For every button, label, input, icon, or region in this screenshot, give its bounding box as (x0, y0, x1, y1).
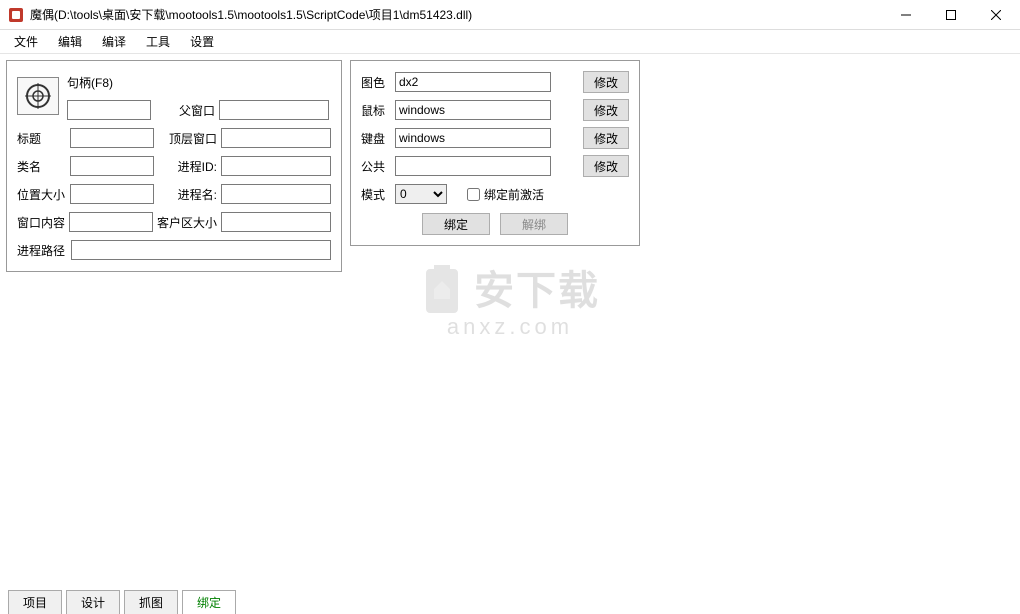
handle-label: 句柄(F8) (67, 74, 113, 91)
tab-bind[interactable]: 绑定 (182, 590, 236, 614)
binding-panel: 图色 修改 鼠标 修改 键盘 修改 公共 修改 模式 0 绑定前激活 (350, 60, 640, 246)
color-input[interactable] (395, 72, 551, 92)
process-path-label: 进程路径 (17, 242, 71, 259)
process-name-label: 进程名: (158, 186, 217, 203)
pid-label: 进程ID: (158, 158, 217, 175)
minimize-button[interactable] (883, 0, 928, 29)
position-input[interactable] (70, 184, 154, 204)
class-input[interactable] (70, 156, 154, 176)
tabbar: 项目 设计 抓图 绑定 (0, 589, 1020, 613)
public-input[interactable] (395, 156, 551, 176)
window-controls (883, 0, 1018, 29)
menu-tools[interactable]: 工具 (136, 31, 180, 52)
public-modify-button[interactable]: 修改 (583, 155, 629, 177)
unbind-button[interactable]: 解绑 (500, 213, 568, 235)
activate-label: 绑定前激活 (484, 186, 544, 203)
mouse-label: 鼠标 (361, 102, 391, 119)
tab-capture[interactable]: 抓图 (124, 590, 178, 614)
process-name-input[interactable] (221, 184, 331, 204)
position-label: 位置大小 (17, 186, 70, 203)
titlebar: 魔偶(D:\tools\桌面\安下载\mootools1.5\mootools1… (0, 0, 1020, 30)
keyboard-modify-button[interactable]: 修改 (583, 127, 629, 149)
menu-compile[interactable]: 编译 (92, 31, 136, 52)
content-area: 句柄(F8) 父窗口 标题 顶层窗口 类名 进程ID: 位置大小 进程名: (0, 54, 1020, 278)
window-picker-icon[interactable] (17, 77, 59, 115)
mode-select[interactable]: 0 (395, 184, 447, 204)
activate-checkbox-wrap[interactable]: 绑定前激活 (467, 186, 544, 203)
window-title: 魔偶(D:\tools\桌面\安下载\mootools1.5\mootools1… (30, 6, 883, 23)
top-window-label: 顶层窗口 (158, 130, 217, 147)
title-input[interactable] (70, 128, 154, 148)
title-label: 标题 (17, 130, 70, 147)
client-size-label: 客户区大小 (157, 214, 217, 231)
keyboard-input[interactable] (395, 128, 551, 148)
keyboard-label: 键盘 (361, 130, 391, 147)
activate-checkbox[interactable] (467, 188, 480, 201)
menu-file[interactable]: 文件 (4, 31, 48, 52)
top-window-input[interactable] (221, 128, 331, 148)
handle-input[interactable] (67, 100, 151, 120)
watermark-sub: anxz.com (420, 314, 600, 340)
window-content-label: 窗口内容 (17, 214, 69, 231)
color-modify-button[interactable]: 修改 (583, 71, 629, 93)
parent-window-input[interactable] (219, 100, 329, 120)
menubar: 文件 编辑 编译 工具 设置 (0, 30, 1020, 54)
app-icon (8, 7, 24, 23)
window-content-input[interactable] (69, 212, 153, 232)
tab-design[interactable]: 设计 (66, 590, 120, 614)
close-button[interactable] (973, 0, 1018, 29)
mouse-modify-button[interactable]: 修改 (583, 99, 629, 121)
tab-project[interactable]: 项目 (8, 590, 62, 614)
bind-button[interactable]: 绑定 (422, 213, 490, 235)
menu-edit[interactable]: 编辑 (48, 31, 92, 52)
pid-input[interactable] (221, 156, 331, 176)
process-path-input[interactable] (71, 240, 331, 260)
window-info-panel: 句柄(F8) 父窗口 标题 顶层窗口 类名 进程ID: 位置大小 进程名: (6, 60, 342, 272)
menu-settings[interactable]: 设置 (180, 31, 224, 52)
client-size-input[interactable] (221, 212, 331, 232)
mode-label: 模式 (361, 186, 391, 203)
color-label: 图色 (361, 74, 391, 91)
mouse-input[interactable] (395, 100, 551, 120)
class-label: 类名 (17, 158, 70, 175)
parent-window-label: 父窗口 (155, 102, 215, 119)
public-label: 公共 (361, 158, 391, 175)
maximize-button[interactable] (928, 0, 973, 29)
